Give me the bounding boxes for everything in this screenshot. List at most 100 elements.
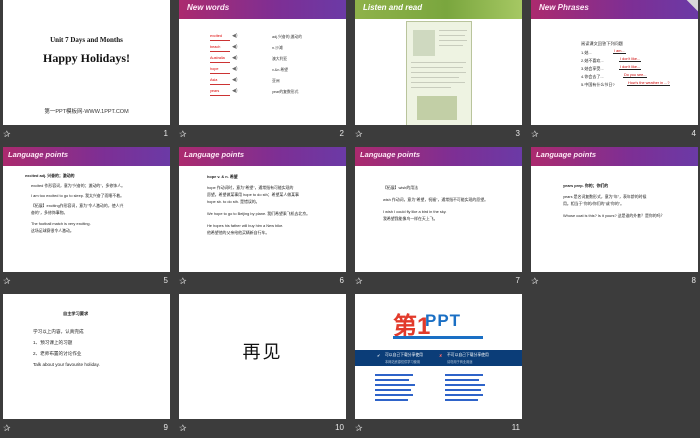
text-line: Talk about your favourite holiday. [33,362,100,367]
slide-cell-7: Language points 【拓展】wish的用法 wish 作动词，意为"… [352,147,524,291]
slide-thumbnail-3[interactable]: Listen and read [355,0,522,125]
slide-number: 8 [691,276,696,285]
word-meaning: v.&n.希望 [272,68,288,72]
cross-icon: ✘ [439,354,443,358]
word: years [210,88,230,96]
star-icon: ✰ [355,276,363,286]
band-subtext: 本网站资源仅供学习使用 [385,360,421,364]
text-line: 愿望。希望做某事用 hope to do sth；希望某人做某事 [207,192,299,197]
slide-thumbnail-9[interactable]: 自主学习要求 学习以上内容，认真完成 1、预习课上的习题 2、老师布置的讨论作业… [3,294,170,419]
slide-thumbnail-1[interactable]: Unit 7 Days and Months Happy Holidays! 第… [3,0,170,125]
slide-thumbnail-7[interactable]: Language points 【拓展】wish的用法 wish 作动词，意为"… [355,147,522,272]
slide-number: 11 [511,423,520,432]
star-icon: ✰ [3,276,11,286]
slide-header-text: Language points [184,150,244,159]
word: hope [210,66,230,74]
question: 5.中国有什么节日? [581,82,615,87]
star-icon: ✰ [179,129,187,139]
slide-number: 4 [691,129,696,138]
slide-header: Language points [179,147,346,166]
answer: I am... [613,49,626,54]
text-line: 2、老师布置的讨论作业 [33,351,82,356]
slide-title: Happy Holidays! [42,51,131,65]
slide-cell-3: Listen and read ✰ 3 [352,0,524,144]
slide-cell-1: Unit 7 Days and Months Happy Holidays! 第… [0,0,172,144]
question: 3.她会享受... [581,66,604,71]
speaker-icon: ◀) [232,44,238,50]
photo-image [417,96,457,120]
slide-header: Listen and read [355,0,522,19]
slide-thumbnail-4[interactable]: New Phrases 阅读课文回答下列问题 1.她... 2.她不喜欢... … [531,0,698,125]
logo-underline [393,336,483,339]
slide-number: 2 [339,129,344,138]
speaker-icon: ◀) [232,55,238,61]
text-line: 1、预习课上的习题 [33,340,73,345]
word-meaning: 亚洲 [272,79,280,83]
text-line: 自主学习要求 [63,311,89,316]
slide-footer-text: 第一PPT模板网-WWW.1PPT.COM [44,109,129,115]
text-line: Whose coat is this? Is it yours? 这是谁的外套？… [563,213,665,218]
word-meaning: year的复数形式 [272,90,299,94]
question: 2.她不喜欢... [581,58,604,63]
text-line: 这场足球赛很令人激动。 [31,228,74,233]
star-icon: ✰ [179,423,187,433]
slide-cell-11: 第1 PPT ✔ 可以自己下载分享使用 本网站资源仅供学习使用 ✘ 不可以自己下… [352,294,524,438]
slide-header-text: Language points [536,150,596,159]
word: Australia [210,55,230,63]
text-line: He hopes his father will buy him a New b… [207,223,284,228]
slide-header-text: Language points [8,150,68,159]
goodbye-text: 再见 [242,342,283,363]
check-icon: ✔ [377,354,381,358]
slide-number: 6 [339,276,344,285]
question: 4.你会去了... [581,74,604,79]
info-band: ✔ 可以自己下载分享使用 本网站资源仅供学习使用 ✘ 不可以自己下载分享使用 请… [355,350,522,366]
slide-number: 1 [163,129,168,138]
slide-thumbnail-10[interactable]: 再见 [179,294,346,419]
text-line: 他希望他的父亲给他买辆新自行车。 [207,230,270,235]
slide-header: Language points [531,147,698,166]
slide-thumbnail-2[interactable]: New words excited beach Australia hope A… [179,0,346,125]
band-subtext: 请勿用于商业用途 [447,360,473,364]
answer: Do you see... [623,73,648,78]
answer: I don't like... [619,65,642,70]
text-line: years prep. 你的；你们的 [563,183,609,188]
speaker-icon: ◀) [232,77,238,83]
slide-header-text: Listen and read [363,3,423,12]
text-line: The football match is very exciting. [31,221,91,226]
text-line: excited adj. 兴奋的；激动的 [25,173,75,178]
slide-subtitle: Unit 7 Days and Months [50,36,123,44]
slide-header: Language points [3,147,170,166]
text-line: hope sb. to do sth. 是错误的。 [207,199,260,204]
text-line: excited 作形容词，意为"兴奋的；激动的"，多修饰人。 [31,183,125,188]
question-intro: 阅读课文回答下列问题 [581,41,623,46]
star-icon: ✰ [531,276,539,286]
question: 1.她... [581,50,592,55]
slide-cell-4: New Phrases 阅读课文回答下列问题 1.她... 2.她不喜欢... … [528,0,700,144]
slide-cell-6: Language points hope v. & n. 希望 hope 作动词… [176,147,348,291]
text-line: I am too excited to go to sleep. 我太兴奋了而睡… [31,193,124,198]
star-icon: ✰ [355,129,363,139]
slide-thumbnail-11[interactable]: 第1 PPT ✔ 可以自己下载分享使用 本网站资源仅供学习使用 ✘ 不可以自己下… [355,294,522,419]
text-line: 奋的"，多修饰事物。 [31,210,68,215]
photo-image [413,30,435,56]
slide-header: New words [179,0,346,19]
slide-thumbnail-8[interactable]: Language points years prep. 你的；你们的 years… [531,147,698,272]
slide-sorter-grid: Unit 7 Days and Months Happy Holidays! 第… [0,0,700,433]
slide-cell-8: Language points years prep. 你的；你们的 years… [528,147,700,291]
text-line: years 是名词复数形式，意为"年"，表年龄的时候 [563,194,647,199]
slide-thumbnail-6[interactable]: Language points hope v. & n. 希望 hope 作动词… [179,147,346,272]
slide-thumbnail-5[interactable]: Language points excited adj. 兴奋的；激动的 exc… [3,147,170,272]
word-meaning: 澳大利亚 [272,57,288,61]
band-text: 可以自己下载分享使用 [385,353,423,357]
speaker-icon: ◀) [232,88,238,94]
star-icon: ✰ [179,276,187,286]
slide-cell-9: 自主学习要求 学习以上内容，认真完成 1、预习课上的习题 2、老师布置的讨论作业… [0,294,172,438]
text-line: 用。相当于"你的/你们的"或"你的"。 [563,201,625,206]
slide-number: 7 [515,276,520,285]
text-line: 学习以上内容，认真完成 [33,329,84,334]
text-line: 我希望我能像鸟一样在天上飞。 [383,216,438,221]
slide-cell-5: Language points excited adj. 兴奋的；激动的 exc… [0,147,172,291]
text-line: hope v. & n. 希望 [207,174,238,179]
word: excited [210,33,230,41]
text-line: hope 作动词时，意为"希望"，通常指有可能实现的 [207,185,294,190]
